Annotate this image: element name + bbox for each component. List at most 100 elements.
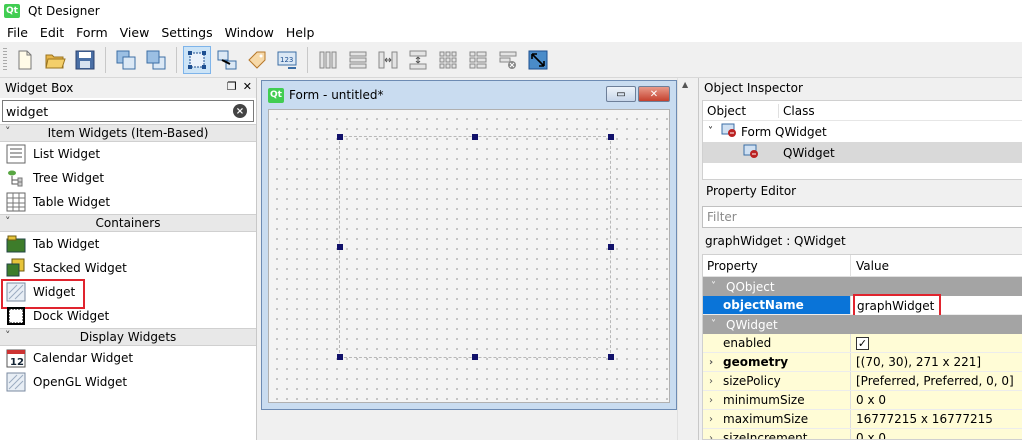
toolbar-grip[interactable] (3, 47, 7, 72)
adjust-size-icon[interactable] (524, 46, 552, 74)
mdi-scrollbar[interactable]: ▲ (677, 78, 694, 440)
column-header-class[interactable]: Class (779, 104, 815, 118)
edit-signals-icon[interactable] (213, 46, 241, 74)
title-bar: Qt Qt Designer (0, 0, 1022, 22)
resize-handle[interactable] (337, 134, 343, 140)
chevron-right-icon[interactable]: › (709, 376, 713, 387)
object-name: Form (741, 124, 772, 139)
property-row-maximumsize[interactable]: › maximumSize 16777215 x 16777215 (703, 410, 1022, 429)
layout-horizontal-icon[interactable] (314, 46, 342, 74)
resize-handle[interactable] (608, 244, 614, 250)
layout-form-icon[interactable] (464, 46, 492, 74)
menu-view[interactable]: View (115, 25, 155, 40)
widget-calendar-widget[interactable]: 12 Calendar Widget (0, 346, 256, 370)
widget-widget[interactable]: Widget (0, 279, 256, 309)
layout-vertical-icon[interactable] (344, 46, 372, 74)
widget-label: List Widget (33, 147, 101, 161)
property-value: 0 x 0 (856, 393, 886, 407)
chevron-down-icon[interactable]: ˅ (711, 281, 716, 292)
property-name: maximumSize (723, 412, 809, 426)
widget-box-title: Widget Box (5, 81, 74, 95)
column-header-property[interactable]: Property (703, 255, 851, 276)
property-filter-input[interactable]: Filter (702, 206, 1022, 228)
widget-dock-widget[interactable]: Dock Widget (0, 304, 256, 328)
widget-table-widget[interactable]: Table Widget (0, 190, 256, 214)
property-filter-placeholder: Filter (707, 210, 737, 224)
resize-handle[interactable] (608, 354, 614, 360)
column-header-object[interactable]: Object (703, 103, 779, 118)
widget-list-widget[interactable]: List Widget (0, 142, 256, 166)
property-row-objectname[interactable]: objectName graphWidget (703, 294, 1022, 317)
opengl-widget-icon (6, 372, 26, 392)
widget-stacked-widget[interactable]: Stacked Widget (0, 256, 256, 280)
minimize-button[interactable]: ▭ (606, 86, 636, 102)
property-row-enabled[interactable]: enabled ✓ (703, 334, 1022, 353)
edit-widgets-icon[interactable] (183, 45, 211, 74)
widget-tree-widget[interactable]: Tree Widget (0, 166, 256, 190)
objectname-value-input[interactable]: graphWidget (853, 294, 941, 317)
float-icon[interactable]: ❐ (227, 80, 237, 93)
bring-front-icon[interactable] (142, 46, 170, 74)
resize-handle[interactable] (472, 134, 478, 140)
resize-handle[interactable] (337, 354, 343, 360)
column-header-value[interactable]: Value (851, 259, 889, 273)
open-folder-icon[interactable] (41, 46, 69, 74)
chevron-right-icon[interactable]: › (709, 433, 713, 440)
property-row-minimumsize[interactable]: › minimumSize 0 x 0 (703, 391, 1022, 410)
widget-label: Calendar Widget (33, 351, 134, 365)
class-name: QWidget (783, 145, 835, 160)
category-containers[interactable]: ˅ Containers (0, 214, 256, 232)
property-group-qwidget[interactable]: ˅ QWidget (703, 315, 1022, 334)
form-canvas[interactable] (268, 109, 670, 403)
resize-handle[interactable] (608, 134, 614, 140)
layout-splitter-v-icon[interactable] (404, 46, 432, 74)
property-value: 16777215 x 16777215 (856, 412, 993, 426)
new-file-icon[interactable] (11, 46, 39, 74)
category-display-widgets[interactable]: ˅ Display Widgets (0, 328, 256, 346)
property-group-label: QWidget (726, 317, 778, 332)
send-back-icon[interactable] (112, 46, 140, 74)
category-item-widgets[interactable]: ˅ Item Widgets (Item-Based) (0, 124, 256, 142)
close-button[interactable]: ✕ (638, 86, 670, 102)
tree-row-form[interactable]: ˅ Form QWidget (703, 121, 1022, 142)
chevron-right-icon[interactable]: › (709, 414, 713, 425)
chevron-right-icon[interactable]: › (709, 357, 713, 368)
menu-help[interactable]: Help (281, 25, 320, 40)
break-layout-icon[interactable] (494, 46, 522, 74)
widget-tab-widget[interactable]: Tab Widget (0, 232, 256, 256)
form-window-title: Form - untitled* (289, 88, 384, 102)
edit-buddies-icon[interactable] (243, 46, 271, 74)
property-table[interactable]: Property Value ˅ QObject objectName grap… (702, 254, 1022, 440)
property-group-label: QObject (726, 279, 775, 294)
chevron-down-icon[interactable]: ˅ (711, 319, 716, 330)
widget-opengl-widget[interactable]: OpenGL Widget (0, 370, 256, 394)
dock-widget-icon (6, 306, 26, 326)
property-row-geometry[interactable]: › geometry [(70, 30), 271 x 221] (703, 353, 1022, 372)
property-row-sizeincrement[interactable]: › sizeIncrement 0 x 0 (703, 429, 1022, 440)
widget-label: Table Widget (33, 195, 111, 209)
tree-row-graphwidget[interactable]: QWidget (703, 142, 1022, 163)
chevron-right-icon[interactable]: › (709, 395, 713, 406)
object-inspector-tree[interactable]: Object Class ˅ Form QWidget QWidget (702, 100, 1022, 180)
close-icon[interactable]: ✕ (243, 80, 252, 93)
menu-window[interactable]: Window (220, 25, 279, 40)
layout-grid-icon[interactable] (434, 46, 462, 74)
edit-tab-order-icon[interactable]: 123 (273, 46, 301, 74)
menu-edit[interactable]: Edit (35, 25, 69, 40)
property-row-sizepolicy[interactable]: › sizePolicy [Preferred, Preferred, 0, 0] (703, 372, 1022, 391)
chevron-down-icon[interactable]: ˅ (703, 126, 721, 137)
resize-handle[interactable] (472, 354, 478, 360)
layout-splitter-h-icon[interactable] (374, 46, 402, 74)
clear-search-icon[interactable]: × (233, 104, 247, 118)
menu-settings[interactable]: Settings (156, 25, 217, 40)
menu-file[interactable]: File (2, 25, 33, 40)
form-window[interactable]: Qt Form - untitled* ▭ ✕ (261, 80, 677, 410)
resize-handle[interactable] (337, 244, 343, 250)
app-title: Qt Designer (28, 4, 100, 18)
menu-form[interactable]: Form (71, 25, 113, 40)
enabled-checkbox[interactable]: ✓ (856, 336, 869, 350)
save-icon[interactable] (71, 46, 99, 74)
widget-search-input[interactable]: widget × (2, 100, 254, 122)
chevron-up-icon[interactable]: ▲ (682, 80, 688, 89)
stacked-widget-icon (6, 258, 26, 278)
